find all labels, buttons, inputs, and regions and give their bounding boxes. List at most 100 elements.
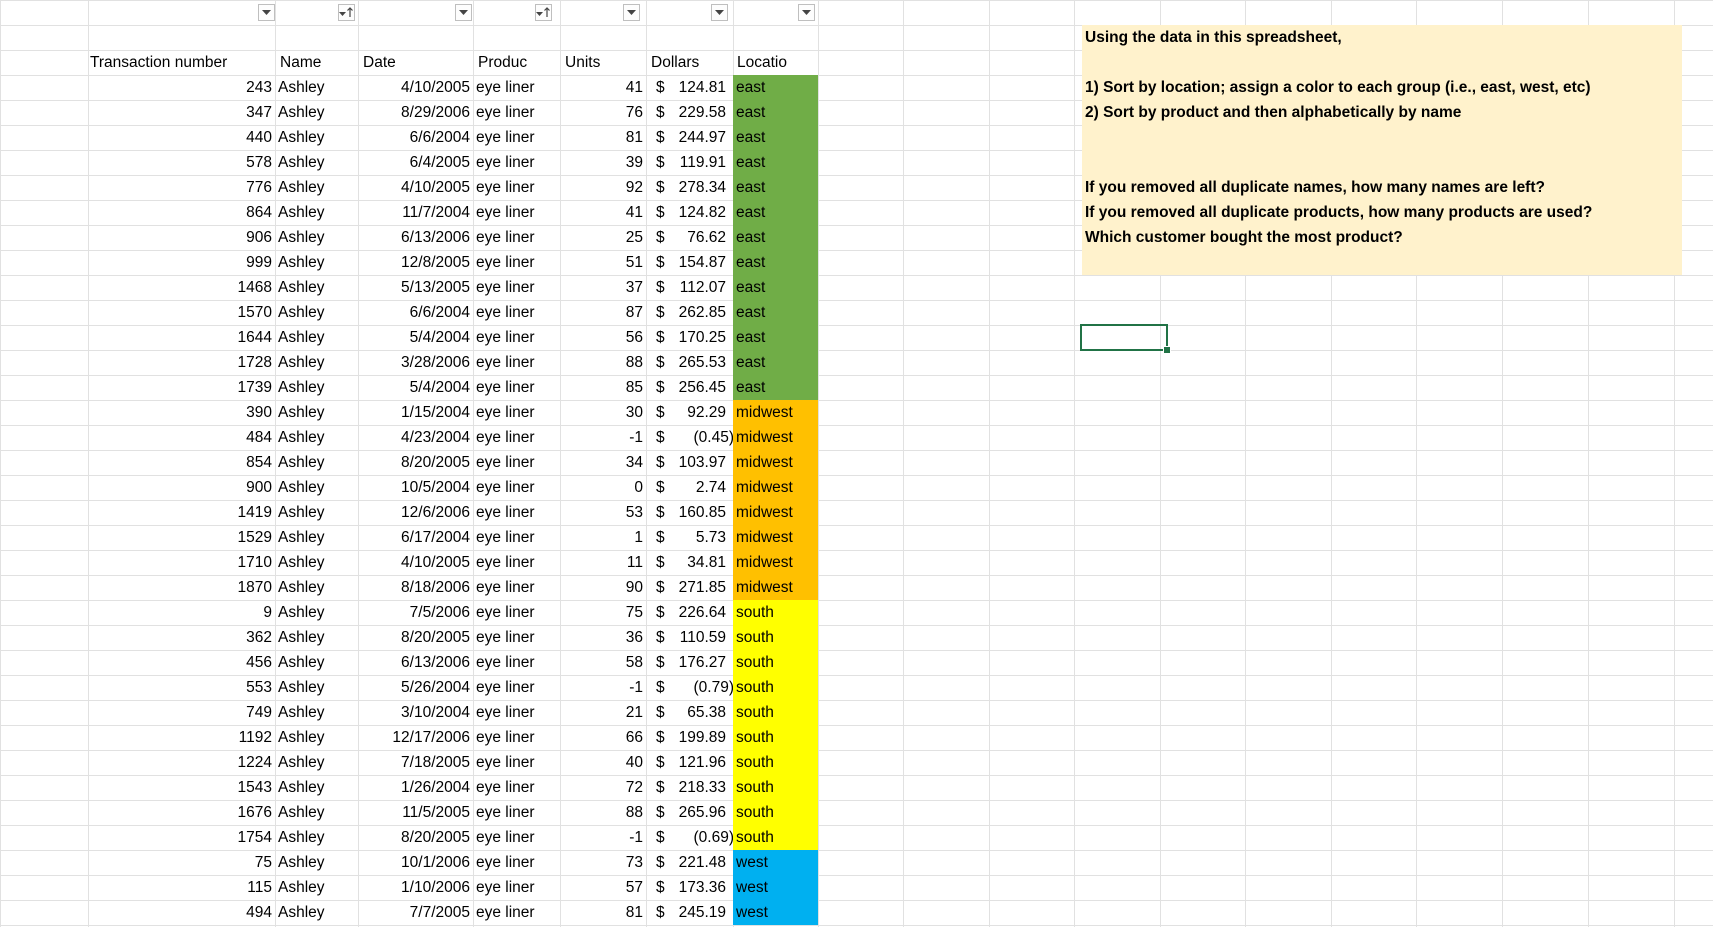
cell-location[interactable]: midwest [733,475,818,500]
cell-dollars[interactable]: $173.36 [646,875,733,900]
cell-product[interactable]: eye liner [473,550,560,575]
cell-dollars[interactable]: $ (0.69) [646,825,733,850]
cell-location[interactable]: midwest [733,425,818,450]
cell-units[interactable]: 87 [560,300,646,325]
cell-dollars[interactable]: $262.85 [646,300,733,325]
cell-product[interactable]: eye liner [473,125,560,150]
cell-location[interactable]: midwest [733,400,818,425]
fill-handle[interactable] [1163,346,1171,354]
cell-dollars[interactable]: $124.81 [646,75,733,100]
cell-name[interactable]: Ashley [275,350,358,375]
cell-name[interactable]: Ashley [275,875,358,900]
cell-units[interactable]: 51 [560,250,646,275]
cell-name[interactable]: Ashley [275,425,358,450]
header-name[interactable]: Name [278,50,336,75]
cell-product[interactable]: eye liner [473,625,560,650]
cell-product[interactable]: eye liner [473,275,560,300]
cell-name[interactable]: Ashley [275,275,358,300]
cell-date[interactable]: 5/26/2004 [358,675,473,700]
cell-name[interactable]: Ashley [275,600,358,625]
cell-date[interactable]: 4/10/2005 [358,75,473,100]
cell-date[interactable]: 8/29/2006 [358,100,473,125]
cell-location[interactable]: south [733,750,818,775]
cell-product[interactable]: eye liner [473,600,560,625]
cell-location[interactable]: midwest [733,550,818,575]
cell-location[interactable]: south [733,600,818,625]
cell-transaction-number[interactable]: 115 [88,875,275,900]
cell-location[interactable]: east [733,275,818,300]
cell-units[interactable]: 34 [560,450,646,475]
cell-name[interactable]: Ashley [275,75,358,100]
cell-location[interactable]: east [733,250,818,275]
cell-dollars[interactable]: $244.97 [646,125,733,150]
cell-location[interactable]: east [733,100,818,125]
cell-dollars[interactable]: $176.27 [646,650,733,675]
cell-dollars[interactable]: $160.85 [646,500,733,525]
cell-name[interactable]: Ashley [275,500,358,525]
cell-dollars[interactable]: $154.87 [646,250,733,275]
cell-units[interactable]: -1 [560,425,646,450]
cell-units[interactable]: 56 [560,325,646,350]
cell-transaction-number[interactable]: 494 [88,900,275,925]
cell-location[interactable]: west [733,900,818,925]
cell-dollars[interactable]: $265.53 [646,350,733,375]
cell-transaction-number[interactable]: 578 [88,150,275,175]
cell-location[interactable]: east [733,350,818,375]
cell-dollars[interactable]: $256.45 [646,375,733,400]
cell-name[interactable]: Ashley [275,200,358,225]
cell-transaction-number[interactable]: 1754 [88,825,275,850]
cell-transaction-number[interactable]: 900 [88,475,275,500]
cell-transaction-number[interactable]: 1644 [88,325,275,350]
cell-date[interactable]: 3/10/2004 [358,700,473,725]
cell-units[interactable]: -1 [560,675,646,700]
cell-name[interactable]: Ashley [275,150,358,175]
cell-dollars[interactable]: $121.96 [646,750,733,775]
filter-dropdown-icon[interactable] [711,4,728,21]
cell-dollars[interactable]: $ (0.79) [646,675,733,700]
cell-dollars[interactable]: $278.34 [646,175,733,200]
cell-date[interactable]: 6/6/2004 [358,300,473,325]
cell-location[interactable]: west [733,875,818,900]
cell-name[interactable]: Ashley [275,300,358,325]
cell-date[interactable]: 5/13/2005 [358,275,473,300]
cell-date[interactable]: 12/8/2005 [358,250,473,275]
cell-name[interactable]: Ashley [275,850,358,875]
cell-product[interactable]: eye liner [473,250,560,275]
cell-transaction-number[interactable]: 1870 [88,575,275,600]
cell-product[interactable]: eye liner [473,575,560,600]
cell-location[interactable]: west [733,850,818,875]
cell-units[interactable]: 81 [560,125,646,150]
cell-units[interactable]: 76 [560,100,646,125]
cell-dollars[interactable]: $ (0.45) [646,425,733,450]
sort-ascending-filter-icon[interactable] [535,4,552,21]
cell-dollars[interactable]: $218.33 [646,775,733,800]
cell-location[interactable]: midwest [733,500,818,525]
cell-dollars[interactable]: $265.96 [646,800,733,825]
cell-transaction-number[interactable]: 776 [88,175,275,200]
cell-location[interactable]: east [733,300,818,325]
cell-product[interactable]: eye liner [473,525,560,550]
cell-name[interactable]: Ashley [275,325,358,350]
cell-transaction-number[interactable]: 854 [88,450,275,475]
cell-location[interactable]: south [733,700,818,725]
cell-date[interactable]: 6/17/2004 [358,525,473,550]
cell-date[interactable]: 4/10/2005 [358,175,473,200]
cell-dollars[interactable]: $124.82 [646,200,733,225]
cell-name[interactable]: Ashley [275,225,358,250]
cell-date[interactable]: 6/13/2006 [358,225,473,250]
cell-dollars[interactable]: $199.89 [646,725,733,750]
spreadsheet-grid[interactable]: Using the data in this spreadsheet, 1) S… [0,0,1713,927]
cell-product[interactable]: eye liner [473,75,560,100]
cell-name[interactable]: Ashley [275,800,358,825]
cell-product[interactable]: eye liner [473,825,560,850]
cell-transaction-number[interactable]: 1468 [88,275,275,300]
cell-product[interactable]: eye liner [473,900,560,925]
cell-product[interactable]: eye liner [473,775,560,800]
cell-location[interactable]: midwest [733,450,818,475]
cell-dollars[interactable]: $229.58 [646,100,733,125]
sort-ascending-filter-icon[interactable] [338,4,355,21]
cell-date[interactable]: 4/23/2004 [358,425,473,450]
cell-units[interactable]: 85 [560,375,646,400]
cell-product[interactable]: eye liner [473,800,560,825]
cell-units[interactable]: 21 [560,700,646,725]
